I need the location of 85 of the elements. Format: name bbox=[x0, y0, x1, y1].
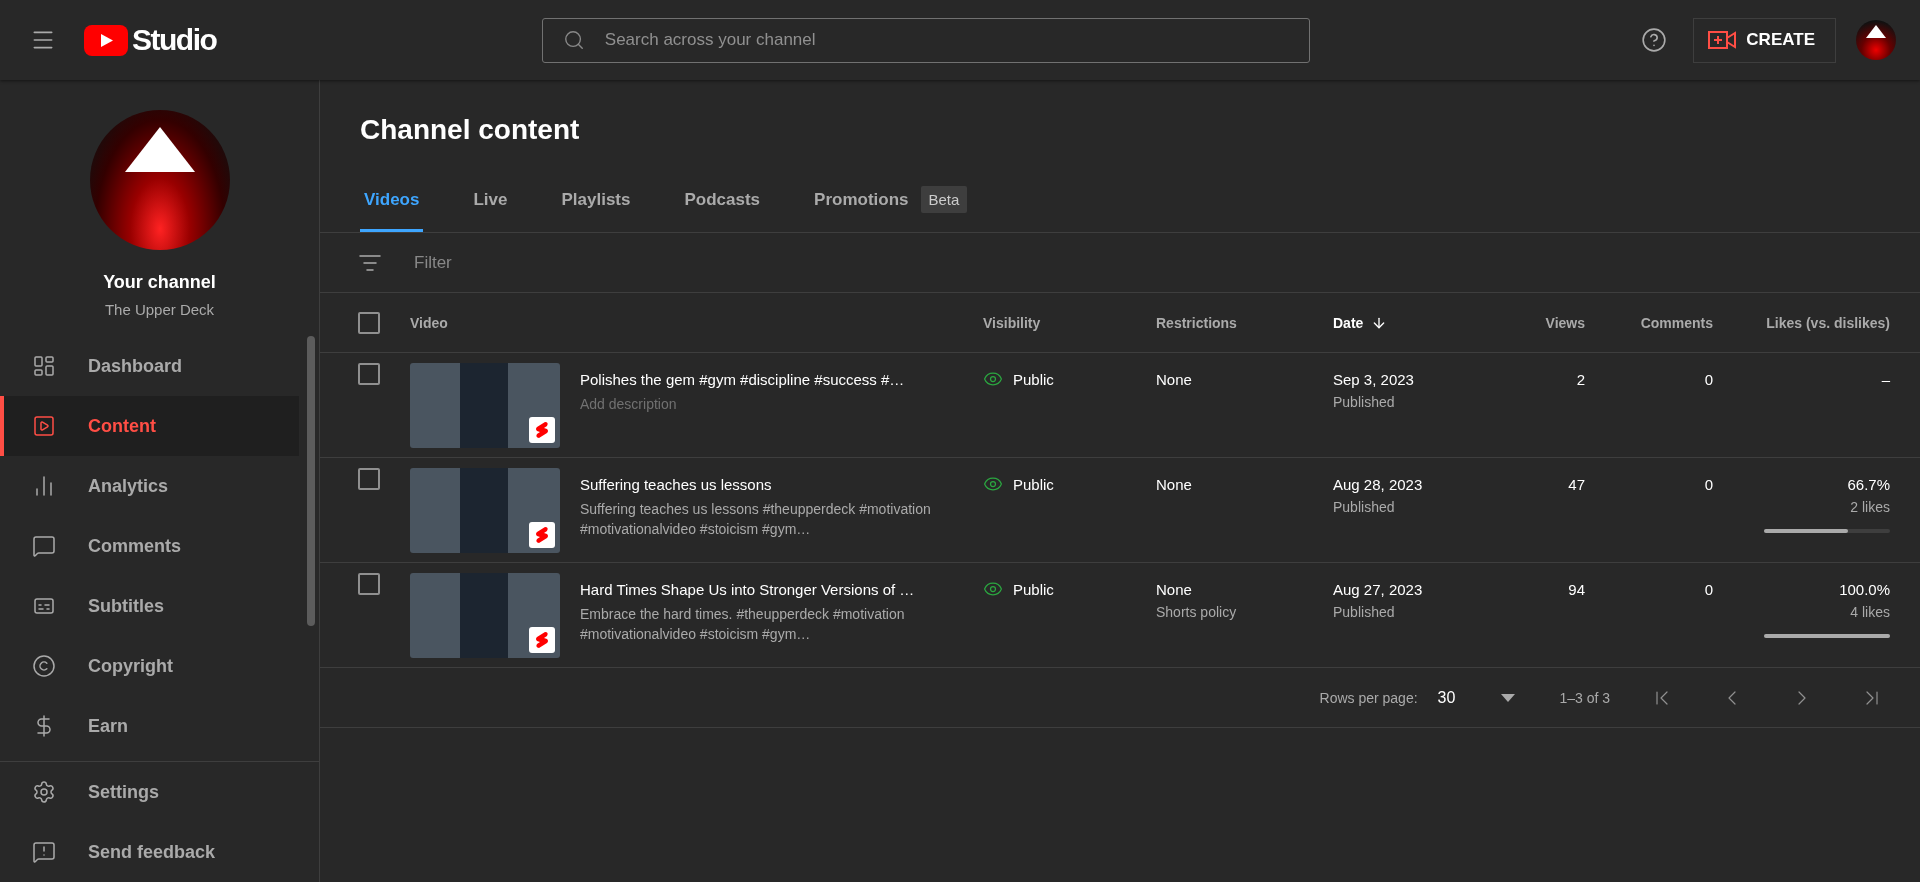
comments-count: 0 bbox=[1704, 371, 1713, 388]
rows-per-page-select[interactable]: 30 bbox=[1437, 688, 1516, 707]
sidebar-item[interactable]: Subtitles bbox=[0, 576, 299, 636]
row-checkbox[interactable] bbox=[358, 363, 380, 385]
comments-count: 0 bbox=[1704, 581, 1713, 598]
filter-field[interactable]: Filter bbox=[412, 251, 637, 274]
column-header[interactable]: Comments bbox=[1640, 314, 1713, 331]
date-text: Sep 3, 2023 bbox=[1333, 371, 1414, 388]
restrictions-text: None bbox=[1156, 371, 1192, 388]
sidebar-item[interactable]: Content bbox=[0, 396, 299, 456]
caret-icon bbox=[1501, 693, 1516, 702]
restrictions-text: None bbox=[1156, 476, 1192, 493]
sidebar-item[interactable]: Send feedback bbox=[0, 822, 319, 882]
channel-avatar[interactable] bbox=[1856, 20, 1896, 60]
date-text: Aug 27, 2023 bbox=[1333, 581, 1423, 598]
views-count: 47 bbox=[1568, 476, 1585, 493]
video-title[interactable]: Suffering teaches us lessons bbox=[580, 476, 940, 493]
play-icon bbox=[32, 414, 56, 438]
column-header[interactable]: Restrictions bbox=[1156, 314, 1237, 331]
date-text: Aug 28, 2023 bbox=[1333, 476, 1423, 493]
video-thumbnail[interactable] bbox=[410, 573, 560, 658]
shorts-icon bbox=[529, 522, 555, 548]
settings-icon bbox=[32, 780, 56, 804]
views-count: 94 bbox=[1568, 581, 1585, 598]
visibility-text: Public bbox=[1013, 580, 1054, 598]
sidebar-item[interactable]: Earn bbox=[0, 696, 299, 756]
video-title[interactable]: Hard Times Shape Us into Stronger Versions of … bbox=[580, 581, 940, 598]
column-header[interactable]: Visibility bbox=[983, 314, 1041, 331]
likes-percent: 100.0% bbox=[1839, 581, 1890, 598]
sidebar-item[interactable]: Comments bbox=[0, 516, 299, 576]
tab[interactable]: Live bbox=[469, 176, 512, 232]
views-count: 2 bbox=[1576, 371, 1585, 388]
sidebar-item[interactable]: Dashboard bbox=[0, 336, 299, 396]
row-checkbox[interactable] bbox=[358, 573, 380, 595]
copyright-icon bbox=[32, 654, 56, 678]
likes-percent: 66.7% bbox=[1847, 476, 1890, 493]
visibility-text: Public bbox=[1013, 475, 1054, 493]
tab[interactable]: Promotions Beta bbox=[810, 176, 972, 232]
video-thumbnail[interactable] bbox=[410, 363, 560, 448]
page-range: 1–3 of 3 bbox=[1559, 689, 1610, 706]
restrictions-text: None bbox=[1156, 581, 1192, 598]
tab[interactable]: Videos bbox=[360, 176, 424, 232]
column-header[interactable]: Likes (vs. dislikes) bbox=[1766, 314, 1890, 331]
row-checkbox[interactable] bbox=[358, 468, 380, 490]
rows-per-page-label: Rows per page: bbox=[1319, 689, 1418, 706]
visibility-text: Public bbox=[1013, 370, 1054, 388]
search-field[interactable]: Search across your channel bbox=[541, 17, 1310, 63]
page-title: Channel content bbox=[360, 114, 581, 146]
status-text: Published bbox=[1333, 499, 1395, 515]
sidebar-item[interactable]: Settings bbox=[0, 762, 319, 822]
search-input[interactable]: Search across your channel bbox=[602, 29, 1289, 51]
status-text: Published bbox=[1333, 394, 1395, 410]
video-title[interactable]: Polishes the gem #gym #discipline #success #… bbox=[580, 371, 940, 388]
video-thumbnail[interactable] bbox=[410, 468, 560, 553]
likes-percent: – bbox=[1881, 371, 1890, 388]
sidebar-item[interactable]: Analytics bbox=[0, 456, 299, 516]
column-header[interactable]: Views bbox=[1545, 314, 1585, 331]
likes-count: 4 likes bbox=[1850, 604, 1890, 620]
search-icon bbox=[562, 29, 585, 51]
shorts-icon bbox=[529, 417, 555, 443]
video-description: Embrace the hard times. #theupperdeck #motivation #motivationalvideo #stoicism #gym… bbox=[580, 605, 906, 644]
column-header[interactable]: Date bbox=[1333, 314, 1388, 331]
channel-name: The Upper Deck bbox=[104, 301, 215, 318]
video-description: Suffering teaches us lessons #theupperdeck #motivation #motivationalvideo #stoicism #gym… bbox=[580, 500, 932, 539]
shorts-icon bbox=[529, 627, 555, 653]
scrollbar[interactable] bbox=[307, 336, 315, 626]
restriction-note: Shorts policy bbox=[1156, 604, 1237, 620]
feedback-icon bbox=[32, 840, 56, 864]
beta-badge: Beta bbox=[920, 186, 968, 213]
channel-title: Your channel bbox=[103, 272, 216, 293]
column-header[interactable]: Video bbox=[410, 314, 448, 331]
tab[interactable]: Podcasts bbox=[680, 176, 765, 232]
comments-count: 0 bbox=[1704, 476, 1713, 493]
play-logo-icon bbox=[84, 24, 128, 56]
dashboard-icon bbox=[32, 354, 56, 378]
sidebar-item[interactable]: Copyright bbox=[0, 636, 299, 696]
status-text: Published bbox=[1333, 604, 1395, 620]
logo-text: Studio bbox=[132, 23, 217, 57]
select-all-checkbox[interactable] bbox=[358, 311, 380, 334]
comment-icon bbox=[32, 534, 56, 558]
likes-count: 2 likes bbox=[1850, 499, 1890, 515]
tab[interactable]: Playlists bbox=[557, 176, 635, 232]
create-button[interactable]: CREATE bbox=[1693, 17, 1836, 63]
video-plus-icon bbox=[1708, 29, 1737, 51]
video-description: Add description bbox=[580, 395, 678, 414]
